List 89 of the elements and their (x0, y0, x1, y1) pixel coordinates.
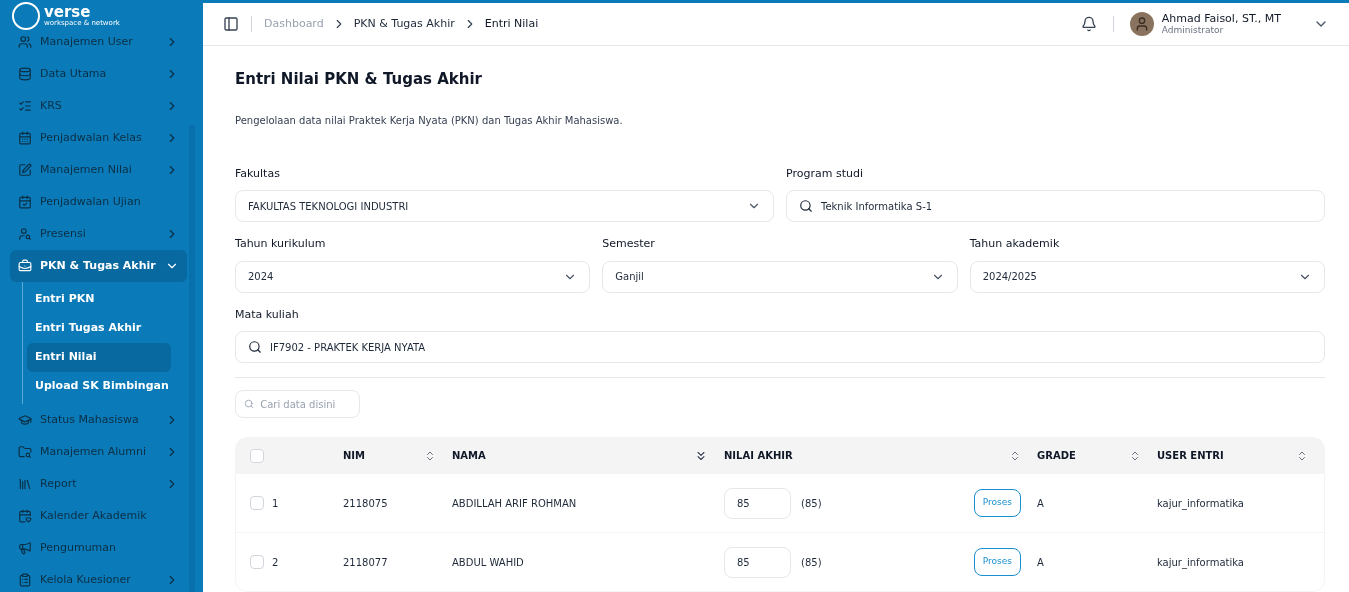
table-cell-text: kajur_informatika (1157, 555, 1245, 570)
process-button[interactable]: Proses (973, 548, 1021, 576)
breadcrumb-link[interactable]: Entri Nilai (484, 15, 539, 33)
score-input[interactable]: 85 (724, 487, 791, 519)
search-field[interactable]: Cari data disini (235, 390, 360, 418)
search-field[interactable]: Teknik Informatika S-1 (786, 190, 1325, 222)
select-field[interactable]: FAKULTAS TEKNOLOGI INDUSTRI (235, 190, 774, 222)
calendar-icon (18, 509, 32, 523)
checkbox[interactable] (250, 555, 264, 569)
logo-text: verse (44, 5, 92, 20)
field-label: Program studi (786, 165, 864, 182)
search-icon (248, 340, 262, 354)
submenu-item[interactable]: Entri Tugas Akhir (27, 314, 171, 343)
column-header: NILAI AKHIR (724, 449, 793, 463)
page-description: Pengelolaan data nilai Praktek Kerja Nyata (PKN) dan Tugas Akhir Mahasiswa. (235, 113, 624, 128)
sidebar-item[interactable]: Kalender Akademik (10, 500, 187, 532)
table-cell-text: ABDILLAH ARIF ROHMAN (452, 496, 578, 511)
sidebar-item[interactable]: Pengumuman (10, 532, 187, 564)
field-label: Semester (602, 236, 656, 252)
sidebar-item[interactable]: Presensi (10, 218, 187, 250)
breadcrumb-link[interactable]: Dashboard (264, 15, 324, 33)
process-button[interactable]: Proses (973, 489, 1021, 517)
sidebar-item[interactable]: Manajemen Nilai (10, 154, 187, 186)
sidebar-item[interactable]: Report (10, 468, 187, 500)
database-icon (18, 67, 32, 81)
notification-bell-icon[interactable] (1080, 16, 1097, 33)
column-header: NIM (343, 449, 366, 463)
score-reading: (85) (801, 496, 822, 511)
breadcrumb-link[interactable]: PKN & Tugas Akhir (353, 15, 455, 33)
score-reading: (85) (801, 555, 822, 570)
graduation-cap-icon (18, 413, 32, 427)
column-header: NAMA (452, 449, 486, 463)
edit-icon (18, 163, 32, 177)
select-field[interactable]: 2024/2025 (969, 260, 1325, 293)
search-input[interactable]: Cari data disini (260, 396, 351, 412)
megaphone-icon (18, 541, 32, 555)
sidebar-item[interactable]: Manajemen User (10, 26, 187, 58)
sidebar-item[interactable]: Penjadwalan Kelas (10, 122, 187, 154)
sort-icon[interactable] (424, 449, 436, 462)
checkbox[interactable] (250, 496, 264, 510)
books-icon (18, 477, 32, 491)
checklist-icon (18, 99, 32, 113)
search-field[interactable]: IF7902 - PRAKTEK KERJA NYATA (235, 331, 1325, 363)
table-cell-text: ABDUL WAHID (452, 555, 525, 570)
search-icon (244, 398, 255, 410)
sort-icon[interactable] (1129, 449, 1141, 462)
field-label: Mata kuliah (235, 306, 300, 323)
calendar-icon (18, 195, 32, 209)
submenu-item[interactable]: Entri Nilai (27, 343, 171, 372)
sidebar-toggle-icon[interactable] (223, 16, 239, 33)
sidebar-item[interactable]: Data Utama (10, 58, 187, 90)
briefcase-icon (18, 259, 32, 273)
table-cell-text: A (1037, 555, 1045, 570)
user-name: Ahmad Faisol, ST., MT (1161, 11, 1281, 26)
sidebar-item[interactable]: Status Mahasiswa (10, 404, 187, 436)
users-icon (18, 35, 32, 49)
row-number: 2 (272, 555, 279, 570)
column-header: GRADE (1037, 449, 1076, 463)
calendar-icon (18, 131, 32, 145)
submenu-item[interactable]: Upload SK Bimbingan (27, 372, 171, 401)
user-role: Administrator (1161, 25, 1225, 37)
avatar[interactable] (1129, 12, 1154, 37)
sidebar-item[interactable]: Manajemen Alumni (10, 436, 187, 468)
table-cell-text: kajur_informatika (1157, 496, 1245, 511)
field-label: Fakultas (235, 165, 281, 182)
clipboard-icon (18, 573, 32, 587)
sidebar-item[interactable]: Kelola Kuesioner (10, 564, 187, 592)
user-icon (18, 227, 32, 241)
submenu-item[interactable]: Entri PKN (27, 285, 171, 314)
folder-icon (18, 445, 32, 459)
sidebar-item[interactable]: KRS (10, 90, 187, 122)
select-field[interactable]: 2024 (235, 260, 591, 293)
table-cell-text: 2118077 (343, 555, 389, 570)
select-field[interactable]: Ganjil (602, 260, 958, 293)
field-label: Tahun kurikulum (235, 236, 327, 252)
sort-icon[interactable] (1296, 449, 1308, 462)
sort-icon[interactable] (1009, 449, 1021, 462)
score-input[interactable]: 85 (724, 546, 791, 578)
checkbox[interactable] (250, 448, 264, 463)
row-number: 1 (272, 496, 279, 511)
table-cell-text: A (1037, 496, 1045, 511)
search-icon (799, 199, 813, 213)
column-header: USER ENTRI (1157, 449, 1224, 463)
table-cell-text: 2118075 (343, 496, 389, 511)
page-title: Entri Nilai PKN & Tugas Akhir (235, 69, 483, 90)
sidebar-item[interactable]: PKN & Tugas Akhir (10, 250, 187, 282)
logo-icon (12, 2, 40, 30)
field-label: Tahun akademik (969, 236, 1061, 252)
sidebar-item[interactable]: Penjadwalan Ujian (10, 186, 187, 218)
